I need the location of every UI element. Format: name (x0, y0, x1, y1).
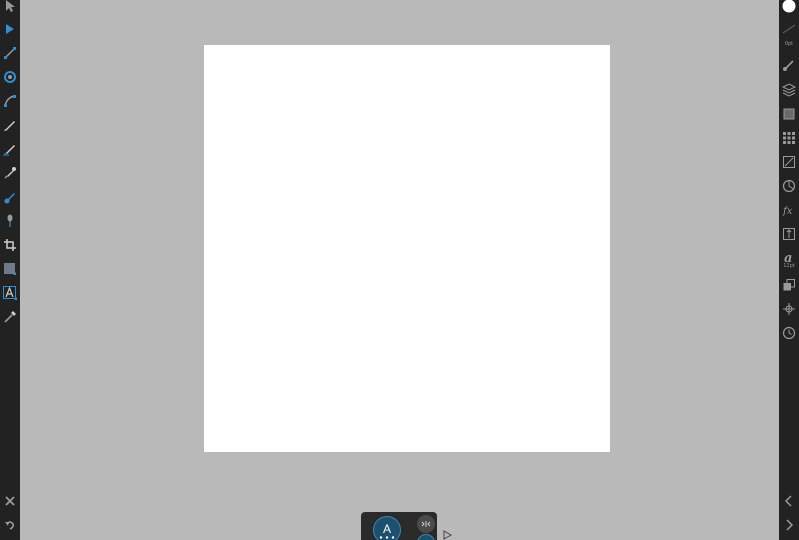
context-tertiary-button[interactable] (417, 534, 435, 540)
color-picker-icon[interactable] (1, 164, 19, 182)
appearance-icon[interactable] (780, 105, 798, 123)
assets-icon[interactable] (780, 276, 798, 294)
rectangle-tool-icon[interactable] (1, 260, 19, 278)
split-icon (421, 521, 431, 527)
transparency-tool-icon[interactable] (1, 212, 19, 230)
svg-text:fx: fx (782, 206, 793, 217)
history-icon[interactable] (780, 324, 798, 342)
context-secondary-button[interactable] (417, 515, 435, 533)
brushes-icon[interactable] (780, 56, 798, 74)
document-page[interactable] (204, 45, 610, 452)
vector-brush-icon[interactable] (1, 140, 19, 158)
collapse-left-icon[interactable] (780, 492, 798, 510)
close-icon[interactable] (1, 492, 19, 510)
collapse-right-icon[interactable] (780, 516, 798, 534)
stroke-style-icon[interactable] (780, 19, 798, 37)
context-menu: A (361, 512, 437, 540)
context-main-button[interactable]: A (373, 516, 401, 540)
navigator-icon[interactable] (780, 177, 798, 195)
eyedropper-icon[interactable] (1, 308, 19, 326)
pencil-tool-icon[interactable] (1, 116, 19, 134)
transform-icon[interactable] (780, 153, 798, 171)
corner-tool-icon[interactable] (1, 44, 19, 62)
nodes-icon (379, 536, 395, 539)
undo-icon[interactable] (1, 516, 19, 534)
move-tool-icon[interactable] (1, 0, 19, 15)
effects-icon[interactable]: fx (780, 201, 798, 219)
artistic-text-icon[interactable] (1, 284, 19, 302)
expand-context-icon[interactable] (443, 530, 452, 540)
align-icon[interactable] (780, 225, 798, 243)
node-tool-icon[interactable] (1, 20, 19, 38)
left-toolbar (0, 0, 20, 540)
fill-color-swatch[interactable] (780, 0, 798, 15)
fill-tool-icon[interactable] (1, 68, 19, 86)
snapping-icon[interactable] (780, 300, 798, 318)
swatches-icon[interactable] (780, 129, 798, 147)
font-size-label: 12pt (783, 263, 795, 269)
pen-tool-icon[interactable] (1, 92, 19, 110)
crop-tool-icon[interactable] (1, 236, 19, 254)
context-main-label: A (382, 522, 391, 536)
paint-brush-icon[interactable] (1, 188, 19, 206)
layers-icon[interactable] (780, 81, 798, 99)
right-toolbar: 0pt fx a 12pt (779, 0, 799, 540)
stroke-width-label: 0pt (784, 41, 794, 47)
